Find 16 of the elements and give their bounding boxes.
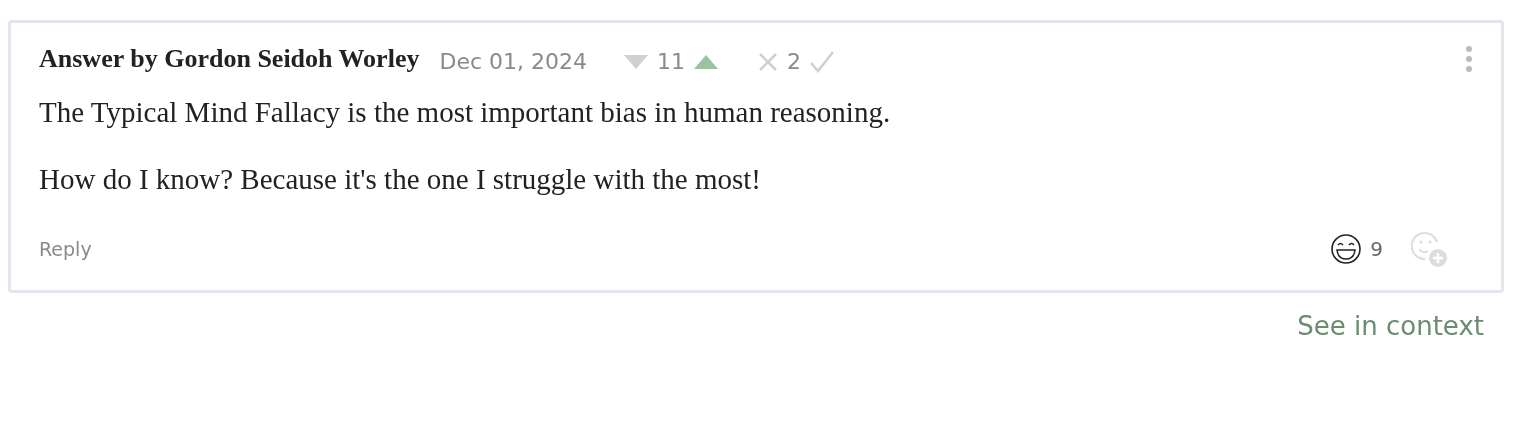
answer-date: Dec 01, 2024 bbox=[439, 49, 587, 74]
reaction-count: 9 bbox=[1370, 237, 1383, 261]
menu-icon[interactable] bbox=[1465, 44, 1473, 73]
downvote-icon[interactable] bbox=[623, 53, 649, 70]
agree-icon[interactable] bbox=[809, 49, 835, 74]
laughing-face-icon[interactable] bbox=[1330, 233, 1363, 265]
answer-author: Answer by Gordon Seidoh Worley bbox=[39, 43, 420, 74]
agreement-score: 2 bbox=[787, 49, 801, 74]
see-in-context-link[interactable]: See in context bbox=[8, 311, 1484, 341]
reply-link[interactable]: Reply bbox=[39, 238, 92, 260]
answer-paragraph: How do I know? Because it's the one I struggle with the most! bbox=[39, 163, 763, 196]
add-reaction-icon[interactable] bbox=[1411, 230, 1449, 268]
answer-paragraph: The Typical Mind Fallacy is the most important bias in human reasoning. bbox=[39, 96, 892, 129]
disagree-icon[interactable] bbox=[757, 50, 779, 73]
upvote-icon[interactable] bbox=[693, 53, 719, 70]
karma-score: 11 bbox=[657, 49, 685, 74]
